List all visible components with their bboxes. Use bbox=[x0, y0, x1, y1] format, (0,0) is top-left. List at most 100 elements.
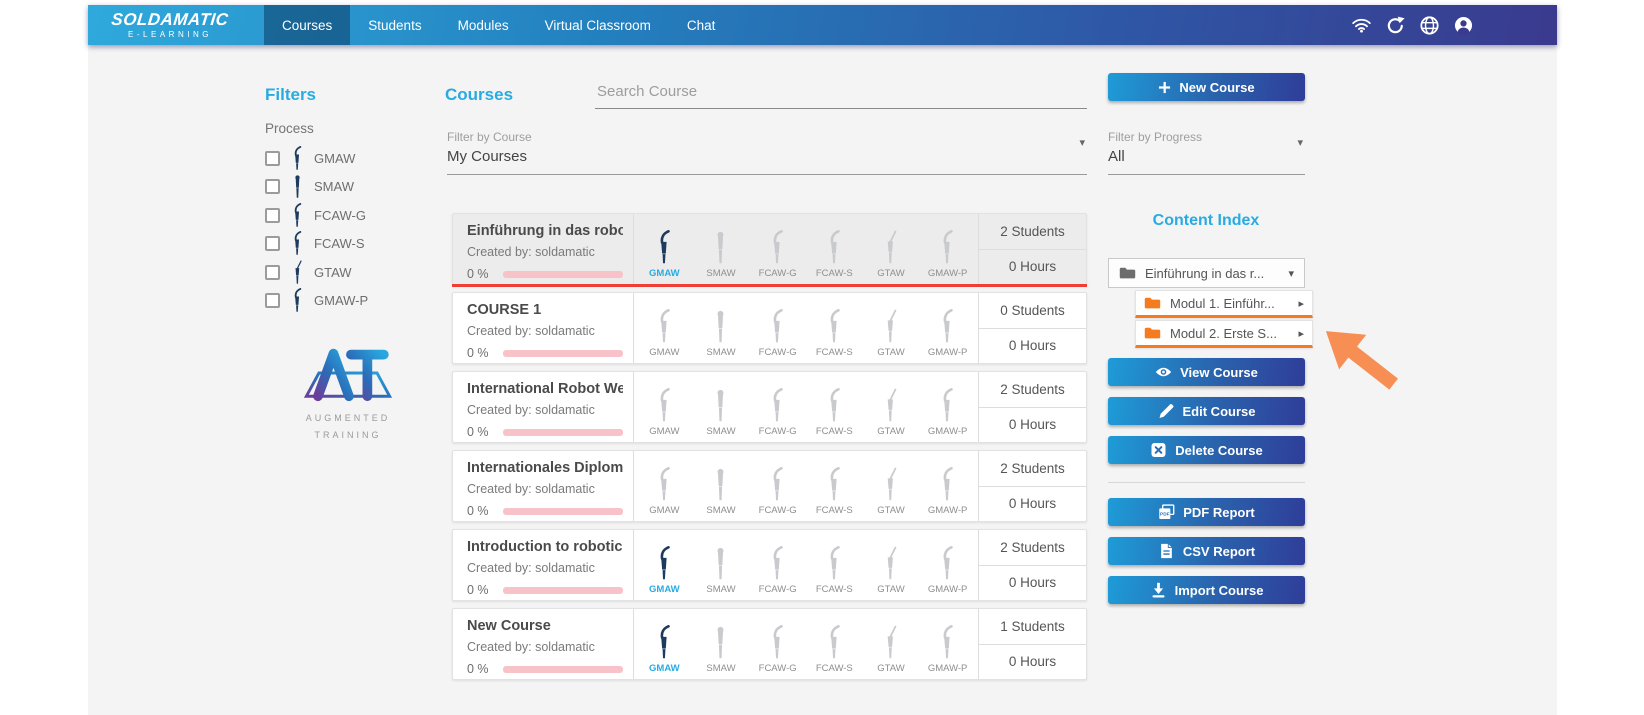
filter-by-progress-label: Filter by Progress bbox=[1108, 130, 1305, 144]
course-progress-bar bbox=[503, 271, 623, 278]
course-progress-bar bbox=[503, 666, 623, 673]
process-indicator-smaw: SMAW bbox=[694, 609, 748, 679]
process-label: SMAW bbox=[706, 505, 735, 516]
csv-report-button[interactable]: CSV Report bbox=[1108, 537, 1305, 565]
filter-by-course-select[interactable]: Filter by Course My Courses ▾ bbox=[447, 130, 1087, 175]
import-course-button[interactable]: Import Course bbox=[1108, 576, 1305, 604]
stick-icon bbox=[289, 174, 306, 199]
process-label: GTAW bbox=[877, 347, 904, 358]
pdf-icon bbox=[1158, 504, 1175, 520]
chevron-down-icon[interactable]: ▾ bbox=[1079, 136, 1085, 149]
tig-icon bbox=[880, 387, 901, 424]
nav-tab-courses[interactable]: Courses bbox=[264, 5, 350, 45]
course-row[interactable]: Einführung in das robotersch... Created … bbox=[452, 213, 1087, 285]
filter-checkbox-smaw[interactable] bbox=[265, 179, 280, 194]
course-action-buttons: View Course Edit Course Delete Course bbox=[1108, 358, 1305, 464]
delete-course-button[interactable]: Delete Course bbox=[1108, 436, 1305, 464]
content-index-root-item[interactable]: Einführung in das r... ▾ bbox=[1108, 258, 1305, 288]
process-indicator-gtaw: GTAW bbox=[864, 293, 918, 363]
process-indicator-fcaw-g: FCAW-G bbox=[751, 214, 805, 284]
course-row[interactable]: International Robot Welding B... Created… bbox=[452, 371, 1087, 443]
chevron-right-icon[interactable]: ▸ bbox=[1298, 297, 1304, 310]
filter-label: GMAW bbox=[314, 151, 355, 166]
process-indicator-fcaw-s: FCAW-S bbox=[807, 530, 861, 600]
pdf-report-button[interactable]: PDF Report bbox=[1108, 498, 1305, 526]
course-process-icons: GMAWSMAWFCAW-GFCAW-SGTAWGMAW-P bbox=[633, 451, 978, 521]
process-indicator-gmaw: GMAW bbox=[637, 214, 691, 284]
course-progress-percent: 0 % bbox=[467, 583, 503, 597]
wifi-icon[interactable] bbox=[1352, 16, 1371, 35]
tig-icon bbox=[880, 308, 901, 345]
filter-checkbox-fcaw-g[interactable] bbox=[265, 208, 280, 223]
process-label: FCAW-G bbox=[759, 347, 797, 358]
torch-icon bbox=[937, 387, 958, 424]
filter-checkbox-gmaw-p[interactable] bbox=[265, 293, 280, 308]
filter-checkbox-gtaw[interactable] bbox=[265, 265, 280, 280]
course-created-by: Created by: soldamatic bbox=[467, 482, 623, 496]
stick-icon bbox=[710, 308, 731, 345]
process-indicator-smaw: SMAW bbox=[694, 214, 748, 284]
process-label: FCAW-G bbox=[759, 663, 797, 674]
globe-icon[interactable] bbox=[1420, 16, 1439, 35]
course-name: Introduction to robotic weldin... bbox=[467, 539, 623, 555]
course-row[interactable]: Internationales Diplom für Rob... Create… bbox=[452, 450, 1087, 522]
torch-icon bbox=[767, 308, 788, 345]
course-created-by: Created by: soldamatic bbox=[467, 403, 623, 417]
search-course-input[interactable] bbox=[595, 79, 1087, 109]
process-indicator-gtaw: GTAW bbox=[864, 451, 918, 521]
view-course-button[interactable]: View Course bbox=[1108, 358, 1305, 386]
course-counts: 1 Students 0 Hours bbox=[978, 609, 1086, 679]
process-label: GMAW bbox=[649, 584, 680, 595]
filter-checkbox-gmaw[interactable] bbox=[265, 151, 280, 166]
chevron-down-icon[interactable]: ▾ bbox=[1297, 136, 1303, 149]
process-label: GTAW bbox=[877, 663, 904, 674]
tig-icon bbox=[880, 466, 901, 503]
process-indicator-smaw: SMAW bbox=[694, 372, 748, 442]
content-index-item-2[interactable]: Modul 2. Erste S...▸ bbox=[1135, 320, 1313, 348]
course-hours-count: 0 Hours bbox=[979, 644, 1086, 680]
course-info: Einführung in das robotersch... Created … bbox=[453, 214, 633, 284]
content-index-item-1[interactable]: Modul 1. Einführ...▸ bbox=[1135, 290, 1313, 318]
chevron-down-icon[interactable]: ▾ bbox=[1288, 267, 1294, 280]
course-students-count: 1 Students bbox=[979, 609, 1086, 644]
course-process-icons: GMAWSMAWFCAW-GFCAW-SGTAWGMAW-P bbox=[633, 293, 978, 363]
course-students-count: 2 Students bbox=[979, 451, 1086, 486]
nav-tab-modules[interactable]: Modules bbox=[440, 5, 527, 45]
course-progress-bar bbox=[503, 508, 623, 515]
course-info: COURSE 1 Created by: soldamatic 0 % bbox=[453, 293, 633, 363]
process-label: SMAW bbox=[706, 663, 735, 674]
torch-icon bbox=[654, 545, 675, 582]
torch-icon bbox=[654, 624, 675, 661]
tig-icon bbox=[880, 624, 901, 661]
brand-caption-line2: TRAINING bbox=[283, 428, 413, 443]
course-students-count: 2 Students bbox=[979, 530, 1086, 565]
course-row[interactable]: COURSE 1 Created by: soldamatic 0 % GMAW… bbox=[452, 292, 1087, 364]
filter-by-progress-select[interactable]: Filter by Progress All ▾ bbox=[1108, 130, 1305, 175]
course-hours-count: 0 Hours bbox=[979, 249, 1086, 285]
torch-icon bbox=[767, 624, 788, 661]
logo-subtitle: E-LEARNING bbox=[104, 31, 236, 39]
brand-caption-line1: AUGMENTED bbox=[283, 411, 413, 426]
nav-tab-chat[interactable]: Chat bbox=[669, 5, 734, 45]
nav-tab-virtual-classroom[interactable]: Virtual Classroom bbox=[527, 5, 669, 45]
course-info: Internationales Diplom für Rob... Create… bbox=[453, 451, 633, 521]
nav-tab-students[interactable]: Students bbox=[350, 5, 439, 45]
filter-checkbox-fcaw-s[interactable] bbox=[265, 236, 280, 251]
new-course-label: New Course bbox=[1179, 80, 1254, 95]
course-progress-percent: 0 % bbox=[467, 504, 503, 518]
course-row[interactable]: New Course Created by: soldamatic 0 % GM… bbox=[452, 608, 1087, 680]
stick-icon bbox=[710, 466, 731, 503]
torch-icon bbox=[824, 624, 845, 661]
course-row[interactable]: Introduction to robotic weldin... Create… bbox=[452, 529, 1087, 601]
torch-icon bbox=[654, 229, 675, 266]
new-course-button[interactable]: New Course bbox=[1108, 73, 1305, 101]
course-created-by: Created by: soldamatic bbox=[467, 324, 623, 338]
process-indicator-fcaw-g: FCAW-G bbox=[751, 609, 805, 679]
edit-course-button[interactable]: Edit Course bbox=[1108, 397, 1305, 425]
torch-icon bbox=[289, 146, 306, 171]
course-students-count: 0 Students bbox=[979, 293, 1086, 328]
process-label: GTAW bbox=[877, 584, 904, 595]
account-icon[interactable] bbox=[1454, 16, 1473, 35]
refresh-icon[interactable] bbox=[1386, 16, 1405, 35]
chevron-right-icon[interactable]: ▸ bbox=[1298, 327, 1304, 340]
